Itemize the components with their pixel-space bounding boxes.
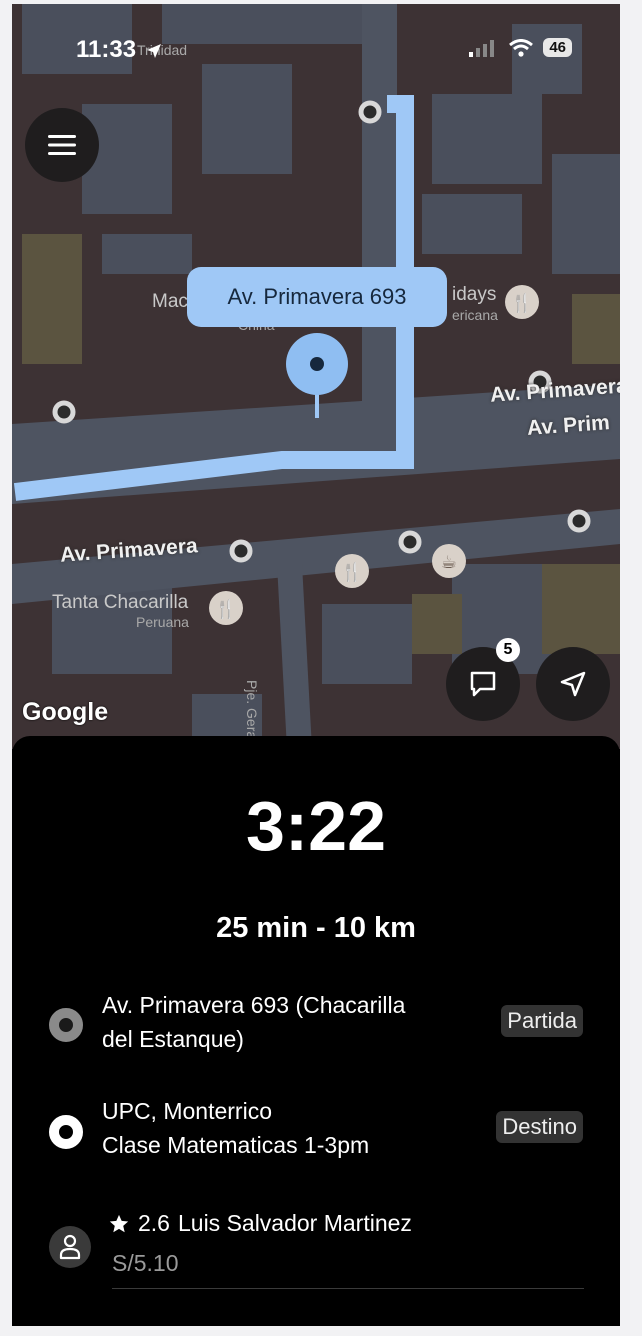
recenter-button[interactable]	[536, 647, 610, 721]
place-label: Peruana	[136, 614, 189, 630]
destination-line1: UPC, Monterrico	[102, 1098, 272, 1124]
status-icons: 46	[469, 38, 572, 57]
trip-panel: 3:22 25 min - 10 km Av. Primavera 693 (C…	[12, 736, 620, 1326]
chat-badge: 5	[496, 638, 520, 662]
battery-icon: 46	[543, 38, 572, 57]
wifi-icon	[509, 38, 534, 57]
svg-text:🍴: 🍴	[215, 598, 237, 620]
destination-address: UPC, Monterrico Clase Matematicas 1-3pm	[102, 1094, 452, 1162]
menu-button[interactable]	[25, 108, 99, 182]
pickup-icon	[49, 1008, 83, 1042]
svg-text:☕: ☕	[441, 552, 457, 573]
star-icon	[109, 1214, 129, 1232]
pickup-line1: Av. Primavera 693 (Chacarilla	[102, 992, 406, 1018]
pickup-tag: Partida	[501, 1005, 583, 1037]
pickup-pin	[286, 333, 348, 395]
pickup-line2: del Estanque)	[102, 1026, 244, 1052]
trip-summary: 25 min - 10 km	[216, 912, 416, 944]
clock: 11:33	[76, 36, 137, 63]
svg-text:🍴: 🍴	[511, 292, 533, 314]
navigation-arrow-icon	[560, 671, 586, 697]
status-bar: 11:33 46	[12, 4, 620, 94]
pickup-address: Av. Primavera 693 (Chacarilla del Estanq…	[102, 988, 452, 1056]
trip-price: S/5.10	[112, 1250, 179, 1276]
eta-time: 3:22	[245, 787, 387, 865]
phone-screen: 🍴 🍴 🍴 ☕ Av. Primavera Av. Primavera Av. …	[12, 4, 620, 1326]
destination-line2: Clase Matematicas 1-3pm	[102, 1132, 370, 1158]
place-label: Mac	[152, 291, 188, 312]
pin-dot	[310, 357, 324, 371]
signal-icon	[469, 39, 495, 57]
driver-name: Luis Salvador Martinez	[177, 1210, 412, 1236]
status-time: 11:33	[76, 36, 163, 64]
location-arrow-icon	[146, 43, 161, 58]
stop-marker[interactable]	[229, 539, 253, 563]
driver-avatar[interactable]	[49, 1226, 91, 1268]
google-logo: Google	[22, 698, 109, 726]
place-label: ericana	[452, 307, 498, 323]
destination-tag: Destino	[496, 1111, 583, 1143]
place-label: Tanta Chacarilla	[52, 592, 189, 613]
destination-icon	[49, 1115, 83, 1149]
divider	[112, 1288, 584, 1289]
svg-text:🍴: 🍴	[341, 561, 363, 583]
hamburger-icon	[48, 135, 76, 155]
stop-marker[interactable]	[398, 530, 422, 554]
user-icon	[59, 1234, 81, 1260]
driver-rating: 2.6	[138, 1210, 170, 1236]
stop-marker[interactable]	[567, 509, 591, 533]
driver-info[interactable]: 2.6 Luis Salvador Martinez	[108, 1210, 412, 1237]
stop-marker[interactable]	[358, 100, 382, 124]
map-view[interactable]: 🍴 🍴 🍴 ☕ Av. Primavera Av. Primavera Av. …	[12, 4, 620, 749]
chat-icon	[470, 671, 496, 697]
place-label: idays	[452, 284, 497, 305]
stop-marker[interactable]	[52, 400, 76, 424]
pickup-bubble[interactable]: Av. Primavera 693	[187, 267, 447, 327]
